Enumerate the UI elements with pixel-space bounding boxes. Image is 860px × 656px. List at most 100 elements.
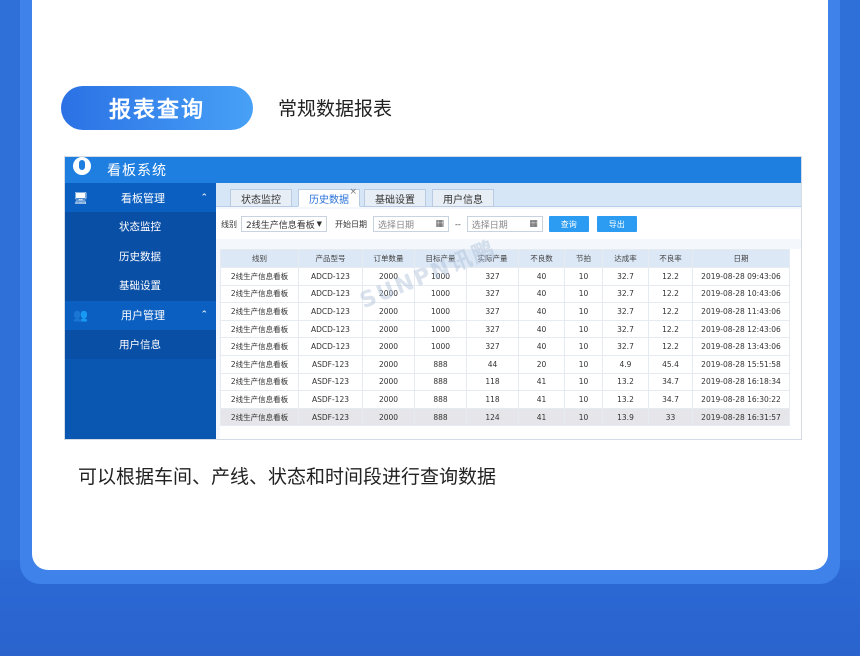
table-cell: 2019-08-28 10:43:06 bbox=[692, 284, 790, 304]
table-row[interactable]: 2线生产信息看板 ADCD-123 2000 1000 327 40 10 32.7 12.2 2… bbox=[220, 284, 790, 304]
table-cell: 10 bbox=[564, 372, 603, 392]
table-row[interactable]: 2线生产信息看板 ADCD-123 2000 1000 327 40 10 32.7 12.2 2… bbox=[220, 267, 790, 286]
table-cell: ADCD-123 bbox=[298, 267, 363, 286]
tab-bar: 状态监控 历史数据 × 基础设置 用户信息 bbox=[216, 183, 801, 207]
table-cell: 2线生产信息看板 bbox=[220, 354, 299, 374]
table-cell: 40 bbox=[518, 267, 565, 286]
column-header[interactable]: 线别 bbox=[220, 249, 299, 268]
table-cell: 44 bbox=[466, 354, 519, 374]
line-select[interactable]: 2线生产信息看板 ▼ bbox=[241, 216, 327, 232]
table-row[interactable]: 2线生产信息看板 ASDF-123 2000 888 44 20 10 4.9 45.4 2019… bbox=[220, 354, 790, 374]
table-cell: ASDF-123 bbox=[298, 407, 363, 427]
table-cell: ADCD-123 bbox=[298, 302, 363, 321]
table-cell: 10 bbox=[564, 390, 603, 409]
table-cell: 40 bbox=[518, 337, 565, 356]
table-cell: 10 bbox=[564, 302, 603, 321]
table-cell: 327 bbox=[466, 302, 519, 321]
sidebar-group-board[interactable]: 🖥 看板管理 ⌃ bbox=[65, 183, 216, 212]
sidebar-group-label: 用户管理 bbox=[121, 309, 165, 322]
table-cell: 2019-08-28 12:43:06 bbox=[692, 319, 790, 339]
table-cell: 327 bbox=[466, 284, 519, 304]
table-cell: 10 bbox=[564, 284, 603, 304]
main-content: 状态监控 历史数据 × 基础设置 用户信息 线别 2线生产信息看板 ▼ 开始日期… bbox=[216, 183, 801, 439]
table-cell: 2019-08-28 15:51:58 bbox=[692, 354, 790, 374]
table-cell: 45.4 bbox=[648, 354, 693, 374]
sidebar-group-users[interactable]: 👥 用户管理 ⌃ bbox=[65, 300, 216, 330]
sidebar-item-history[interactable]: 历史数据 bbox=[65, 241, 216, 271]
table-cell: 10 bbox=[564, 319, 603, 339]
app-title: 看板系统 bbox=[107, 163, 167, 179]
table-cell: 2线生产信息看板 bbox=[220, 337, 299, 356]
table-cell: 2线生产信息看板 bbox=[220, 372, 299, 392]
table-cell: 2000 bbox=[362, 372, 415, 392]
export-button[interactable]: 导出 bbox=[596, 216, 637, 232]
table-cell: 888 bbox=[414, 372, 467, 392]
table-cell: 40 bbox=[518, 319, 565, 339]
table-cell: 10 bbox=[564, 267, 603, 286]
table-cell: ADCD-123 bbox=[298, 284, 363, 304]
table-row[interactable]: 2线生产信息看板 ADCD-123 2000 1000 327 40 10 32.7 12.2 2… bbox=[220, 302, 790, 321]
tab-history[interactable]: 历史数据 × bbox=[298, 187, 360, 207]
end-date-input[interactable]: 选择日期 ▦ bbox=[466, 216, 543, 232]
table-cell: 327 bbox=[466, 319, 519, 339]
sidebar-item-settings[interactable]: 基础设置 bbox=[65, 271, 216, 301]
table-cell: 2000 bbox=[362, 407, 415, 427]
monitor-icon: 🖥 bbox=[73, 190, 89, 205]
close-icon[interactable]: × bbox=[349, 187, 357, 197]
table-cell: 34.7 bbox=[648, 372, 693, 392]
sidebar-item-status[interactable]: 状态监控 bbox=[65, 212, 216, 242]
table-cell: 13.2 bbox=[602, 372, 649, 392]
table-cell: 2019-08-28 09:43:06 bbox=[692, 267, 790, 286]
table-cell: 10 bbox=[564, 337, 603, 356]
filter-bar: 线别 2线生产信息看板 ▼ 开始日期 选择日期 ▦ -- 选择日期 ▦ 查询 导… bbox=[216, 209, 801, 239]
table-cell: 41 bbox=[518, 390, 565, 409]
column-header[interactable]: 产品型号 bbox=[298, 249, 363, 268]
table-cell: 41 bbox=[518, 407, 565, 427]
start-date-placeholder: 选择日期 bbox=[378, 220, 415, 231]
table-cell: 2000 bbox=[362, 390, 415, 409]
table-row[interactable]: 2线生产信息看板 ASDF-123 2000 888 118 41 10 13.2 34.7 20… bbox=[220, 390, 790, 409]
date-range-separator: -- bbox=[455, 219, 461, 229]
table-cell: 32.7 bbox=[602, 302, 649, 321]
users-icon: 👥 bbox=[73, 308, 88, 322]
table-cell: 2000 bbox=[362, 319, 415, 339]
table-cell: 32.7 bbox=[602, 319, 649, 339]
app-window: 看板系统 🖥 看板管理 ⌃ 状态监控 历史数据 基础设置 👥 用户管理 ⌃ 用户… bbox=[64, 156, 802, 440]
tab-status[interactable]: 状态监控 bbox=[230, 189, 292, 207]
section-subtitle: 常规数据报表 bbox=[278, 98, 393, 120]
column-header[interactable]: 达成率 bbox=[602, 249, 649, 268]
table-row[interactable]: 2线生产信息看板 ASDF-123 2000 888 124 41 10 13.9 33 2019… bbox=[220, 407, 790, 427]
table-cell: 888 bbox=[414, 390, 467, 409]
start-date-label: 开始日期 bbox=[335, 219, 367, 229]
line-label: 线别 bbox=[221, 219, 237, 229]
table-cell: 2019-08-28 11:43:06 bbox=[692, 302, 790, 321]
column-header[interactable]: 不良率 bbox=[648, 249, 693, 268]
column-header[interactable]: 节拍 bbox=[564, 249, 603, 268]
table-cell: 12.2 bbox=[648, 267, 693, 286]
column-header[interactable]: 不良数 bbox=[518, 249, 565, 268]
table-cell: 12.2 bbox=[648, 319, 693, 339]
table-row[interactable]: 2线生产信息看板 ADCD-123 2000 1000 327 40 10 32.7 12.2 2… bbox=[220, 337, 790, 356]
table-cell: 2线生产信息看板 bbox=[220, 390, 299, 409]
table-cell: 327 bbox=[466, 337, 519, 356]
table-cell: ASDF-123 bbox=[298, 372, 363, 392]
end-date-placeholder: 选择日期 bbox=[471, 220, 508, 231]
table-row[interactable]: 2线生产信息看板 ADCD-123 2000 1000 327 40 10 32.7 12.2 2… bbox=[220, 319, 790, 339]
sidebar-group-label: 看板管理 bbox=[121, 191, 165, 205]
table-cell: 41 bbox=[518, 372, 565, 392]
table-cell: 32.7 bbox=[602, 267, 649, 286]
tab-settings[interactable]: 基础设置 bbox=[364, 189, 426, 207]
caret-down-icon: ▼ bbox=[316, 220, 322, 228]
table-cell: 1000 bbox=[414, 337, 467, 356]
sidebar-item-user-info[interactable]: 用户信息 bbox=[65, 329, 216, 359]
start-date-input[interactable]: 选择日期 ▦ bbox=[373, 216, 449, 232]
table-header-row: 线别 产品型号 订单数量 目标产量 实际产量 不良数 节拍 达成率 不良率 日期 bbox=[220, 249, 790, 268]
query-button[interactable]: 查询 bbox=[548, 216, 589, 232]
section-title: 报表查询 bbox=[61, 86, 253, 130]
table-cell: 2线生产信息看板 bbox=[220, 267, 299, 286]
chevron-up-icon: ⌃ bbox=[200, 192, 208, 203]
table-cell: 40 bbox=[518, 302, 565, 321]
column-header[interactable]: 日期 bbox=[692, 249, 790, 268]
table-row[interactable]: 2线生产信息看板 ASDF-123 2000 888 118 41 10 13.2 34.7 20… bbox=[220, 372, 790, 392]
tab-user-info[interactable]: 用户信息 bbox=[432, 189, 494, 207]
